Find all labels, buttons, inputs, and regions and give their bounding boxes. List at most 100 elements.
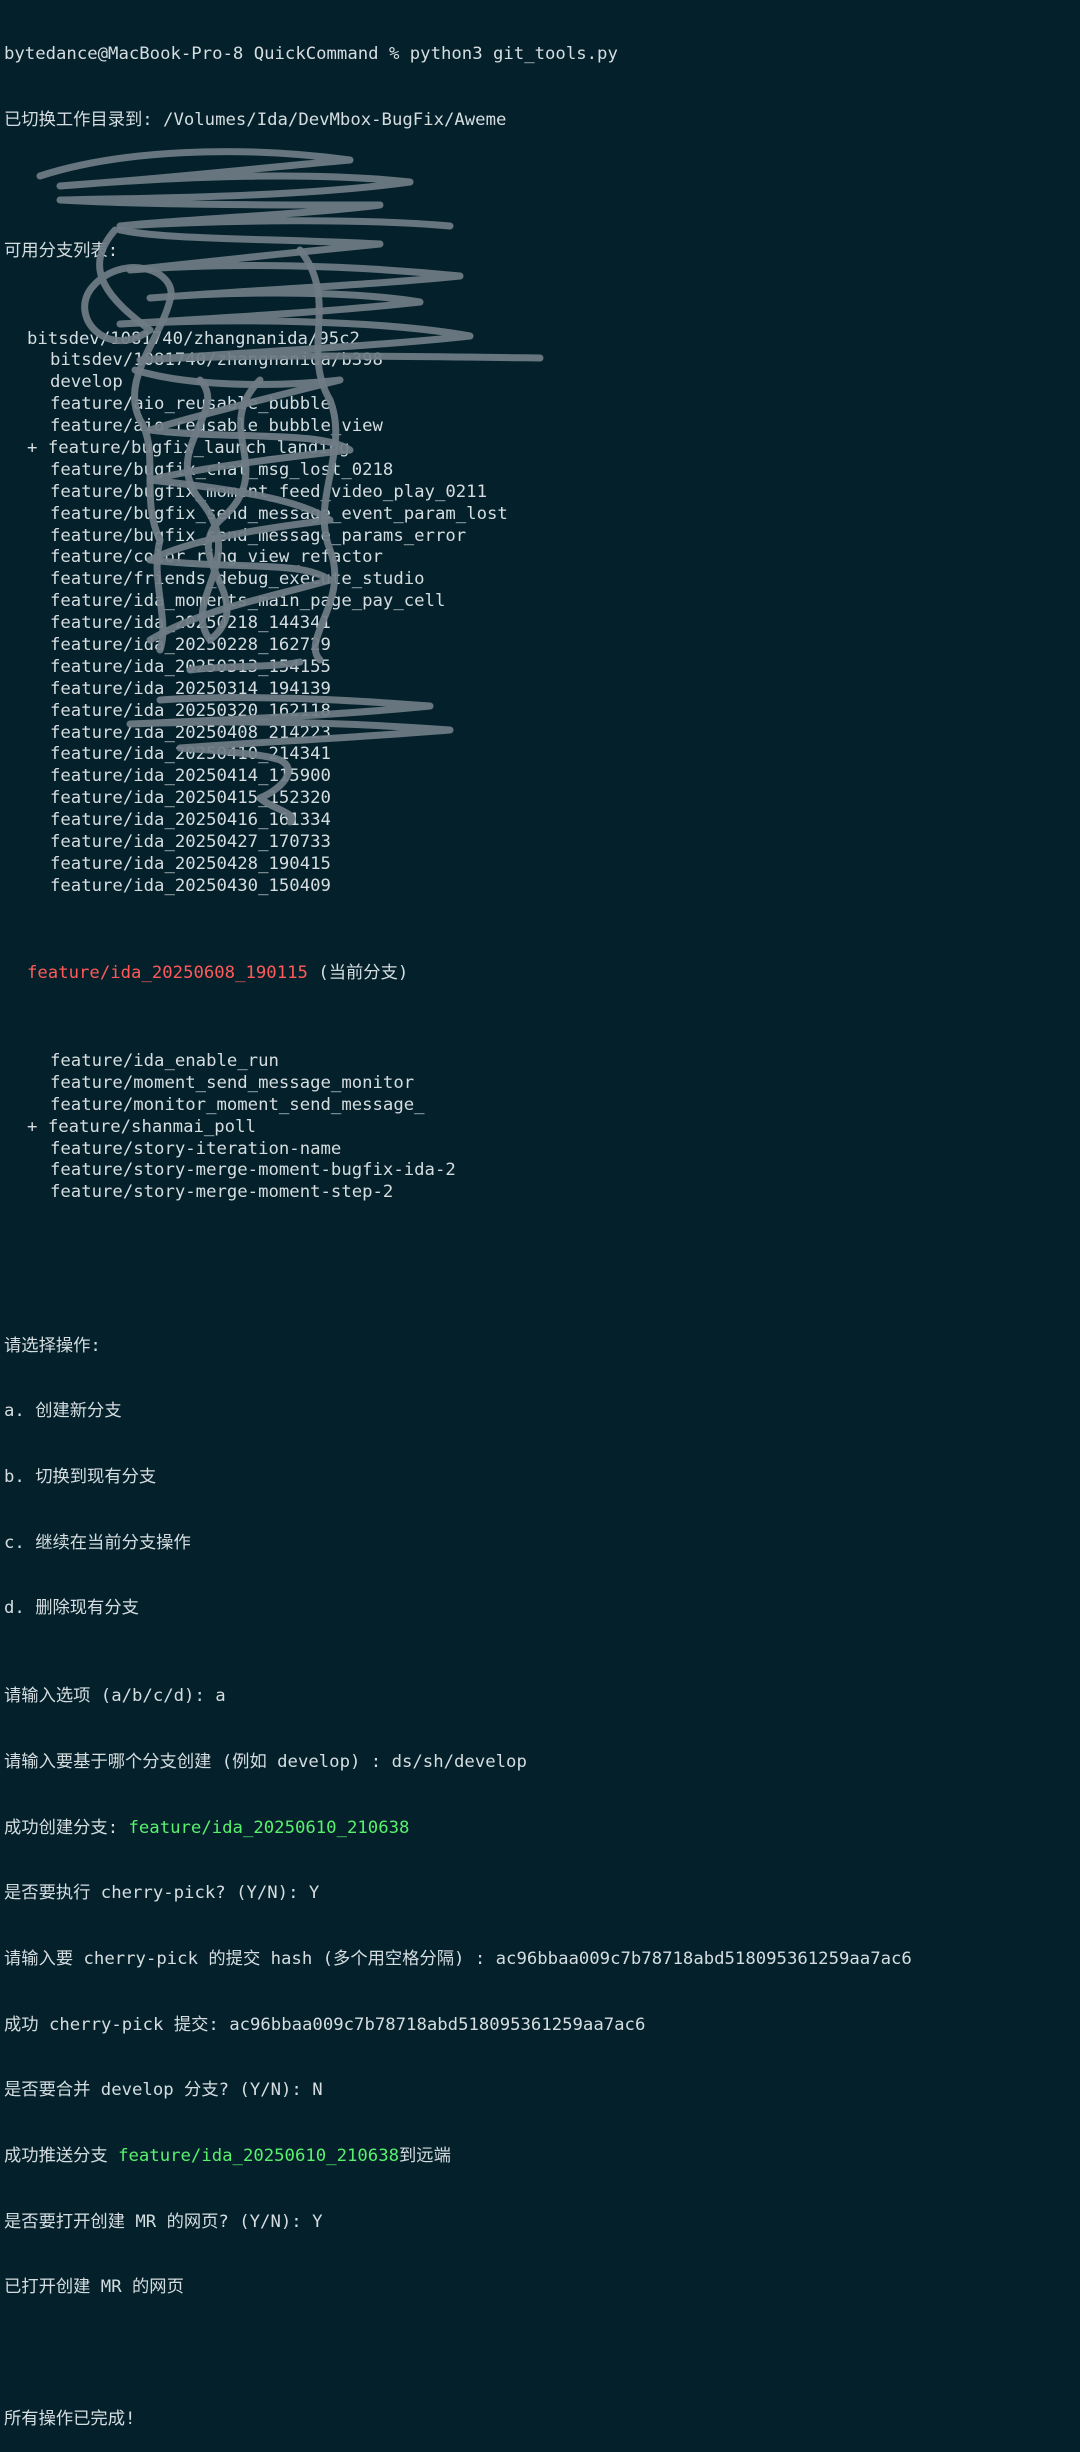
branch-name: feature/bugfix_send_message_params_error	[50, 525, 467, 546]
branch-name: feature/ida_20250228_162729	[50, 635, 331, 655]
branch-name: bitsdev/1081740/zhangnanida/95c2	[27, 328, 360, 349]
branch-name: feature/ida_20250430_150409	[50, 875, 331, 896]
branch-item: feature/story-merge-moment-bugfix-ida-2	[4, 1160, 1080, 1182]
branch-name: feature/bugfix_chat_msg_lost_0218	[50, 459, 394, 480]
branch-name: feature/ida_20250218_144341	[50, 613, 331, 634]
branch-name: bitsdev/1081740/zhangnanida/b398	[50, 350, 383, 371]
branch-item: feature/ida_20250410_214341	[4, 744, 1080, 766]
branch-name: feature/monitor_moment_send_message_	[50, 1094, 425, 1115]
branch-name: feature/ida_20250428_190415	[50, 853, 331, 874]
branch-name: feature/shanmai_poll	[47, 1116, 256, 1137]
branch-item: feature/ida_20250228_162729	[4, 635, 1080, 657]
branch-name: feature/aio_reusable_bubble_view	[50, 416, 383, 437]
menu-option-delete: d. 删除现有分支	[4, 1598, 139, 1619]
branch-name: feature/ida_20250427_170733	[50, 832, 331, 853]
current-branch-name: feature/ida_20250608_190115	[27, 963, 308, 984]
branch-item: feature/ida_20250430_150409	[4, 876, 1080, 898]
done-line: 所有操作已完成!	[4, 2408, 136, 2429]
branch-marker: +	[27, 437, 48, 458]
branch-list: bitsdev/1081740/zhangnanida/95c2 bitsdev/…	[4, 329, 1080, 898]
branch-item: + feature/bugfix_launch_landing	[4, 438, 1080, 460]
branch-name: feature/ida_20250410_214341	[50, 744, 331, 765]
current-branch-label: (当前分支)	[307, 963, 409, 984]
branch-name: feature/story-merge-moment-step-2	[50, 1182, 394, 1203]
branch-name: feature/color_ring_view_refactor	[50, 547, 383, 568]
branch-item: feature/story-iteration-name	[4, 1139, 1080, 1161]
branch-item: feature/ida_20250408_214223	[4, 723, 1080, 745]
branch-item: feature/ida_20250313_154155	[4, 657, 1080, 679]
terminal-output[interactable]: bytedance@MacBook-Pro-8 QuickCommand % p…	[0, 0, 1080, 2429]
branch-name: feature/ida_20250415_152320	[50, 788, 331, 809]
branch-item: feature/ida_20250314_194139	[4, 679, 1080, 701]
current-branch-line: feature/ida_20250608_190115 (当前分支)	[4, 963, 1080, 985]
push-label: 成功推送分支	[4, 2146, 119, 2167]
branch-item: feature/moment_send_message_monitor	[4, 1073, 1080, 1095]
branch-name: feature/aio_reusable_bubble	[50, 394, 331, 415]
branch-name: feature/ida_20250314_194139	[50, 678, 331, 699]
shell-prompt-line: bytedance@MacBook-Pro-8 QuickCommand % p…	[4, 43, 618, 64]
branch-name: feature/ida_20250320_162118	[50, 700, 331, 721]
branch-list-title: 可用分支列表:	[4, 240, 119, 261]
branch-item: feature/color_ring_view_refactor	[4, 547, 1080, 569]
branch-name: feature/moment_send_message_monitor	[50, 1072, 415, 1093]
branch-item: feature/aio_reusable_bubble	[4, 394, 1080, 416]
branch-name: feature/bugfix_launch_landing	[47, 437, 350, 458]
menu-option-continue: c. 继续在当前分支操作	[4, 1532, 191, 1553]
cherry-pick-success-line: 成功 cherry-pick 提交: ac96bbaa009c7b78718ab…	[4, 2014, 646, 2035]
branch-name: feature/story-merge-moment-bugfix-ida-2	[50, 1160, 456, 1181]
branch-item: feature/ida_20250427_170733	[4, 832, 1080, 854]
branch-name: feature/friends_debug_execute_studio	[50, 569, 425, 590]
branch-marker: +	[27, 1116, 48, 1137]
branch-item: feature/story-merge-moment-step-2	[4, 1182, 1080, 1204]
branch-item: bitsdev/1081740/zhangnanida/95c2	[4, 329, 1080, 351]
branch-item: feature/aio_reusable_bubble_view	[4, 416, 1080, 438]
branch-item: develop	[4, 372, 1080, 394]
menu-option-switch: b. 切换到现有分支	[4, 1467, 157, 1488]
branch-item: feature/ida_enable_run	[4, 1051, 1080, 1073]
base-branch-input-line: 请输入要基于哪个分支创建 (例如 develop) : ds/sh/develo…	[4, 1751, 527, 1772]
push-success-line: 成功推送分支 feature/ida_20250610_210638到远端	[4, 2146, 1080, 2168]
cherry-pick-confirm-line: 是否要执行 cherry-pick? (Y/N): Y	[4, 1883, 320, 1904]
branch-item: feature/ida_20250428_190415	[4, 854, 1080, 876]
branch-item: + feature/shanmai_poll	[4, 1117, 1080, 1139]
cherry-pick-hash-line: 请输入要 cherry-pick 的提交 hash (多个用空格分隔) : ac…	[4, 1948, 912, 1969]
branch-item: feature/ida_20250415_152320	[4, 788, 1080, 810]
branch-name: feature/ida_20250414_115900	[50, 766, 331, 787]
pushed-branch-name: feature/ida_20250610_210638	[118, 2146, 400, 2167]
mr-confirm-line: 是否要打开创建 MR 的网页? (Y/N): Y	[4, 2211, 323, 2232]
branch-item: feature/bugfix_send_message_event_param_…	[4, 504, 1080, 526]
branch-item: feature/ida_20250320_162118	[4, 701, 1080, 723]
push-suffix: 到远端	[399, 2146, 451, 2167]
branch-item: feature/ida_moments_main_page_pay_cell	[4, 591, 1080, 613]
branch-name: feature/ida_20250408_214223	[50, 722, 331, 743]
mr-opened-line: 已打开创建 MR 的网页	[4, 2277, 184, 2298]
branch-name: feature/ida_moments_main_page_pay_cell	[50, 591, 446, 612]
menu-title: 请选择操作:	[4, 1335, 101, 1356]
branch-item: feature/bugfix_moment_feed_video_play_02…	[4, 482, 1080, 504]
branch-created-label: 成功创建分支:	[4, 1817, 129, 1838]
merge-confirm-line: 是否要合并 develop 分支? (Y/N): N	[4, 2080, 323, 2101]
menu-option-create: a. 创建新分支	[4, 1401, 122, 1422]
branch-list-continued: feature/ida_enable_run feature/moment_sen…	[4, 1051, 1080, 1204]
branch-name: feature/bugfix_moment_feed_video_play_02…	[50, 481, 487, 502]
branch-item: feature/friends_debug_execute_studio	[4, 569, 1080, 591]
branch-name: develop	[50, 372, 123, 393]
branch-item: feature/bugfix_send_message_params_error	[4, 526, 1080, 548]
option-input-line: 请输入选项 (a/b/c/d): a	[4, 1686, 226, 1707]
branch-name: feature/story-iteration-name	[50, 1138, 342, 1159]
branch-item: feature/monitor_moment_send_message_	[4, 1095, 1080, 1117]
branch-name: feature/bugfix_send_message_event_param_…	[50, 503, 508, 524]
branch-item: bitsdev/1081740/zhangnanida/b398	[4, 350, 1080, 372]
branch-item: feature/ida_20250414_115900	[4, 766, 1080, 788]
branch-name: feature/ida_20250313_154155	[50, 656, 331, 677]
cwd-line: 已切换工作目录到: /Volumes/Ida/DevMbox-BugFix/Aw…	[4, 109, 507, 130]
branch-item: feature/ida_20250416_161334	[4, 810, 1080, 832]
branch-name: feature/ida_20250416_161334	[50, 810, 331, 831]
branch-item: feature/bugfix_chat_msg_lost_0218	[4, 460, 1080, 482]
branch-name: feature/ida_enable_run	[50, 1051, 279, 1072]
created-branch-name: feature/ida_20250610_210638	[128, 1817, 410, 1838]
branch-item: feature/ida_20250218_144341	[4, 613, 1080, 635]
